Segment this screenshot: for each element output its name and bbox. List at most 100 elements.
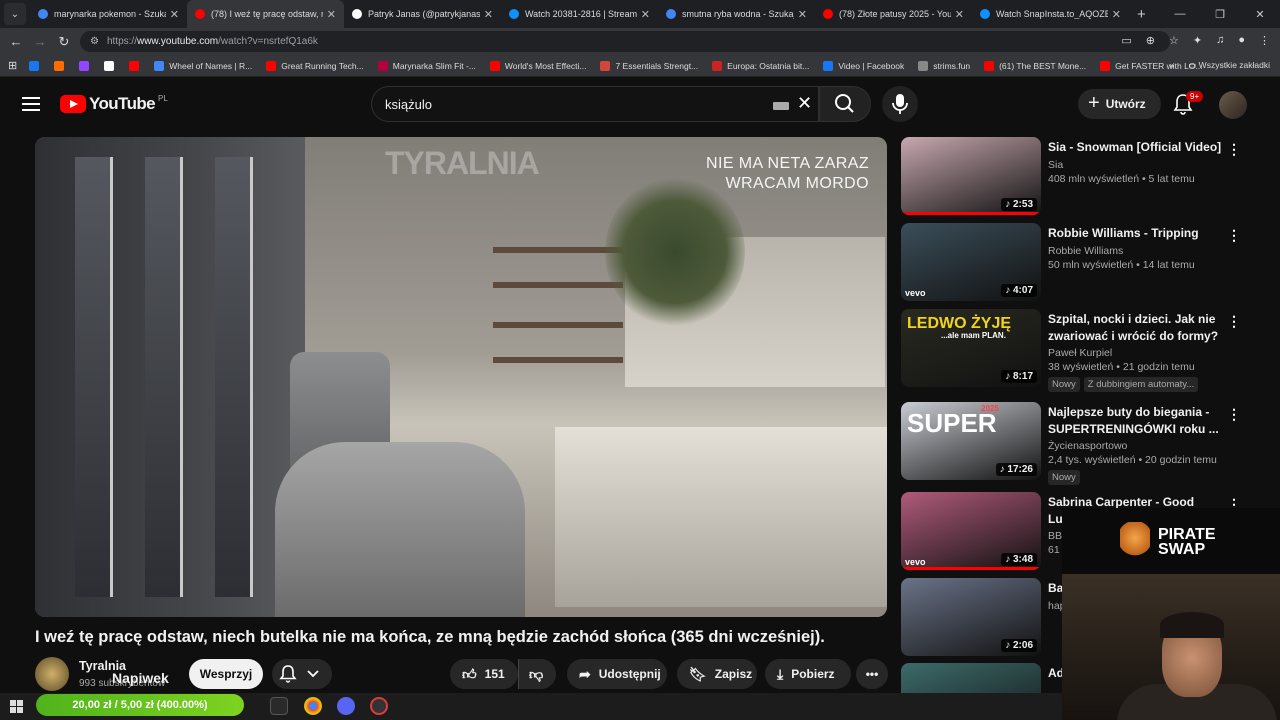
forward-button[interactable]: → [28, 34, 52, 49]
tab-close-icon[interactable]: ✕ [1112, 8, 1121, 21]
recommended-channel[interactable]: Robbie Williams [1048, 245, 1228, 257]
account-avatar[interactable] [1219, 91, 1247, 119]
recommended-title[interactable]: Szpital, nocki i dzieci. Jak nie zwariow… [1048, 311, 1228, 344]
youtube-logo[interactable]: YouTube PL [60, 94, 168, 114]
back-button[interactable]: ← [4, 34, 28, 49]
close-window-button[interactable]: ✕ [1240, 8, 1280, 21]
more-bookmarks-icon[interactable]: » [1170, 60, 1175, 71]
more-vertical-icon[interactable]: ⋮ [1227, 227, 1241, 244]
bookmark-item[interactable] [54, 60, 69, 71]
tab-close-icon[interactable]: ✕ [641, 8, 650, 21]
bookmark-favicon-icon [377, 60, 388, 71]
terminal-taskbar-icon[interactable] [270, 697, 288, 715]
more-vertical-icon[interactable]: ⋮ [1227, 313, 1241, 330]
recommended-video[interactable]: LEDWO ŻYJĘ ...ale mam PLAN. ♪ 8:17 Szpital,… [901, 309, 1246, 392]
bookmark-star-icon[interactable]: ☆ [1169, 34, 1179, 47]
chrome-taskbar-icon[interactable] [304, 697, 322, 715]
profile-icon[interactable]: ● [1238, 34, 1245, 47]
bookmark-item[interactable]: 7 Essentials Strengt... [600, 60, 698, 71]
duration-text: 3:48 [1012, 554, 1033, 565]
subscription-bell-button[interactable] [272, 659, 332, 689]
bookmark-item[interactable]: Europa: Ostatnia bit... [712, 60, 809, 71]
search-button[interactable] [819, 86, 871, 122]
bookmark-item[interactable]: Video | Facebook [823, 60, 904, 71]
region-code: PL [158, 93, 168, 103]
support-button[interactable]: Wesprzyj [189, 659, 263, 689]
recommended-title[interactable]: Robbie Williams - Tripping [1048, 225, 1228, 242]
obs-taskbar-icon[interactable] [370, 697, 388, 715]
reload-button[interactable]: ↻ [52, 34, 76, 50]
browser-tab-1[interactable]: (78) I weź tę pracę odstaw, niech ✕ [187, 0, 344, 28]
youtube-wordmark: YouTube [89, 94, 156, 113]
media-control-icon[interactable]: ♫ [1216, 34, 1224, 47]
browser-tab-0[interactable]: marynarka pokemon - Szukaj w ✕ [30, 0, 187, 28]
video-thumbnail[interactable]: ♪ 2:53 [901, 137, 1041, 215]
more-vertical-icon[interactable]: ⋮ [1227, 141, 1241, 158]
minimize-button[interactable]: — [1160, 8, 1200, 20]
tab-close-icon[interactable]: ✕ [170, 8, 179, 21]
all-bookmarks-folder[interactable]: ▭ Wszystkie zakładki [1188, 60, 1270, 71]
like-button[interactable]: 👍︎ 151 [450, 659, 518, 689]
recommended-video[interactable]: SUPER 2025 ♪ 17:26 Najlepsze buty do biegan… [901, 402, 1246, 485]
tab-close-icon[interactable]: ✕ [484, 8, 493, 21]
site-info-icon[interactable]: ⚙ [90, 36, 99, 47]
recommended-title[interactable]: Najlepsze buty do biegania - SUPERTRENIN… [1048, 404, 1228, 437]
video-thumbnail[interactable]: SUPER 2025 ♪ 17:26 [901, 402, 1041, 480]
address-bar[interactable]: ⚙ https://www.youtube.com/watch?v=nsrtef… [80, 31, 1170, 52]
browser-menu-icon[interactable]: ⋮ [1259, 34, 1270, 47]
channel-avatar[interactable] [35, 657, 69, 691]
video-player[interactable]: TYRALNIA NIE MA NETA ZARAZ WRACAM MORDO [35, 137, 887, 617]
search-input[interactable]: książulo ✕ [371, 86, 819, 122]
browser-tab-3[interactable]: Watch 20381-2816 | Streamable ✕ [501, 0, 658, 28]
recommended-channel[interactable]: Sia [1048, 159, 1228, 171]
tab-close-icon[interactable]: ✕ [955, 8, 964, 21]
video-thumbnail[interactable]: LEDWO ŻYJĘ ...ale mam PLAN. ♪ 8:17 [901, 309, 1041, 387]
dislike-button[interactable]: 👎︎ [518, 659, 556, 689]
extensions-icon[interactable]: ✦ [1193, 34, 1202, 47]
recommended-video[interactable]: vevo ♪ 4:07 Robbie Williams - Tripping Robb… [901, 223, 1246, 301]
share-button[interactable]: ➦ Udostępnij [567, 659, 667, 689]
more-actions-button[interactable]: ••• [856, 659, 888, 689]
bookmark-item[interactable]: strims.fun [918, 60, 970, 71]
bookmark-item[interactable] [104, 60, 119, 71]
download-button[interactable]: ⤓ Pobierz [765, 659, 851, 689]
recommended-channel[interactable]: Życienasportowo [1048, 440, 1228, 452]
zoom-icon[interactable]: ⊕ [1146, 34, 1155, 47]
bookmark-item[interactable]: World's Most Effecti... [489, 60, 586, 71]
new-tab-button[interactable]: + [1137, 6, 1146, 23]
create-button[interactable]: + Utwórz [1078, 89, 1161, 119]
voice-search-button[interactable] [882, 86, 918, 122]
video-thumbnail[interactable]: ♪ 2:06 [901, 578, 1041, 656]
browser-tab-5[interactable]: (78) Złote patusy 2025 - YouTub ✕ [815, 0, 972, 28]
keyboard-icon[interactable] [773, 102, 789, 110]
video-thumbnail[interactable]: vevo ♪ 3:48 [901, 492, 1041, 570]
bookmark-item[interactable] [129, 60, 144, 71]
browser-tab-2[interactable]: Patryk Janas (@patrykjanasoffi ✕ [344, 0, 501, 28]
recommended-channel[interactable]: Paweł Kurpiel [1048, 347, 1228, 359]
windows-start-icon[interactable] [10, 700, 23, 713]
bookmark-item[interactable]: (61) The BEST Mone... [984, 60, 1086, 71]
tab-close-icon[interactable]: ✕ [327, 8, 336, 21]
recommended-title[interactable]: Sia - Snowman [Official Video] [1048, 139, 1228, 156]
apps-grid-icon[interactable]: ⊞ [8, 59, 17, 72]
tab-close-icon[interactable]: ✕ [798, 8, 807, 21]
restore-button[interactable]: ❐ [1200, 8, 1240, 21]
discord-taskbar-icon[interactable] [337, 697, 355, 715]
browser-tab-6[interactable]: Watch SnapInsta.to_AQOZBwe ✕ [972, 0, 1129, 28]
more-vertical-icon[interactable]: ⋮ [1227, 406, 1241, 423]
recommended-video[interactable]: ♪ 2:53 Sia - Snowman [Official Video] Sia 4… [901, 137, 1246, 215]
more-horizontal-icon: ••• [865, 667, 879, 681]
video-thumbnail[interactable]: vevo ♪ 4:07 [901, 223, 1041, 301]
bookmark-item[interactable] [29, 60, 44, 71]
tab-search-button[interactable]: ⌄ [4, 3, 26, 25]
bookmark-item[interactable]: Great Running Tech... [266, 60, 364, 71]
cast-icon[interactable]: ▭ [1121, 34, 1131, 47]
browser-tab-4[interactable]: smutna ryba wodna - Szukaj w ✕ [658, 0, 815, 28]
save-button[interactable]: 🔖︎ Zapisz [677, 659, 757, 689]
clear-search-icon[interactable]: ✕ [797, 93, 812, 114]
bookmark-item[interactable]: Marynarka Slim Fit -... [377, 60, 476, 71]
bookmark-item[interactable] [79, 60, 94, 71]
video-frame-plant [605, 177, 745, 327]
bookmark-item[interactable]: Wheel of Names | R... [154, 60, 252, 71]
hamburger-menu-icon[interactable] [22, 97, 40, 111]
